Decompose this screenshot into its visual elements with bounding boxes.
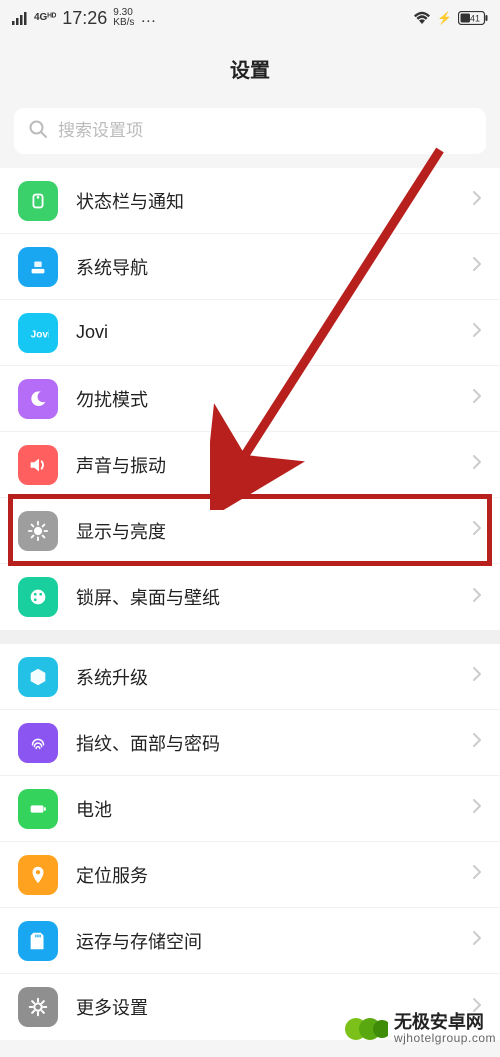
- signal-icon: [12, 11, 28, 25]
- chevron-right-icon: [472, 864, 482, 885]
- search-box[interactable]: [14, 108, 486, 154]
- chevron-right-icon: [472, 256, 482, 277]
- chevron-right-icon: [472, 732, 482, 753]
- volume-icon: [18, 445, 58, 485]
- status-right: ⚡ 41: [413, 11, 488, 25]
- nav-icon: [18, 247, 58, 287]
- fingerprint-icon: [18, 723, 58, 763]
- watermark-title: 无极安卓网: [394, 1013, 496, 1033]
- chevron-right-icon: [472, 666, 482, 687]
- settings-row-label: 声音与振动: [76, 452, 472, 478]
- settings-row-label: 系统导航: [76, 254, 472, 280]
- chevron-right-icon: [472, 454, 482, 475]
- settings-row-label: 锁屏、桌面与壁纸: [76, 584, 472, 610]
- settings-group: 系统升级指纹、面部与密码电池定位服务运存与存储空间更多设置: [0, 644, 500, 1040]
- search-icon: [28, 119, 48, 144]
- more-indicator: …: [140, 9, 158, 27]
- brightness-icon: [18, 511, 58, 551]
- sd-icon: [18, 921, 58, 961]
- wifi-icon: [413, 11, 431, 25]
- clock: 17:26: [62, 8, 107, 29]
- pin-icon: [18, 855, 58, 895]
- settings-row-label: Jovi: [76, 322, 472, 343]
- settings-row-label: 电池: [76, 796, 472, 822]
- settings-row-location[interactable]: 定位服务: [0, 842, 500, 908]
- settings-group: 状态栏与通知系统导航 Jovi 勿扰模式声音与振动显示与亮度锁屏、桌面与壁纸: [0, 168, 500, 630]
- settings-row-label: 运存与存储空间: [76, 928, 472, 954]
- group-divider: [0, 630, 500, 644]
- search-container: [0, 100, 500, 168]
- settings-row-statusbar[interactable]: 状态栏与通知: [0, 168, 500, 234]
- battery-indicator: 41: [458, 11, 488, 25]
- chevron-right-icon: [472, 388, 482, 409]
- moon-icon: [18, 379, 58, 419]
- settings-list: 状态栏与通知系统导航 Jovi 勿扰模式声音与振动显示与亮度锁屏、桌面与壁纸系统升级…: [0, 168, 500, 1040]
- settings-row-dnd[interactable]: 勿扰模式: [0, 366, 500, 432]
- palette-icon: [18, 577, 58, 617]
- chevron-right-icon: [472, 520, 482, 541]
- chevron-right-icon: [472, 798, 482, 819]
- settings-row-label: 勿扰模式: [76, 386, 472, 412]
- settings-row-lockscreen[interactable]: 锁屏、桌面与壁纸: [0, 564, 500, 630]
- settings-row-label: 显示与亮度: [76, 518, 472, 544]
- page-title: 设置: [230, 54, 270, 83]
- cube-icon: [18, 657, 58, 697]
- page-header: 设置: [0, 36, 500, 100]
- chevron-right-icon: [472, 930, 482, 951]
- search-input[interactable]: [58, 121, 472, 141]
- jovi-icon: [18, 313, 58, 353]
- network-label: 4Gᴴᴰ: [34, 13, 56, 23]
- settings-row-label: 指纹、面部与密码: [76, 730, 472, 756]
- settings-row-label: 定位服务: [76, 862, 472, 888]
- chevron-right-icon: [472, 190, 482, 211]
- settings-row-battery[interactable]: 电池: [0, 776, 500, 842]
- settings-row-sysupgrade[interactable]: 系统升级: [0, 644, 500, 710]
- chevron-right-icon: [472, 322, 482, 343]
- chevron-right-icon: [472, 587, 482, 608]
- charging-icon: ⚡: [437, 11, 452, 25]
- net-speed-unit: KB/s: [113, 18, 134, 28]
- watermark-url: wjhotelgroup.com: [394, 1032, 496, 1045]
- settings-row-label: 系统升级: [76, 664, 472, 690]
- status-left: 4Gᴴᴰ 17:26 9.30 KB/s …: [12, 8, 158, 29]
- battery-icon: [18, 789, 58, 829]
- settings-row-jovi[interactable]: Jovi: [0, 300, 500, 366]
- watermark-logo-icon: [344, 1007, 388, 1051]
- settings-row-display[interactable]: 显示与亮度: [0, 498, 500, 564]
- watermark: 无极安卓网 wjhotelgroup.com: [344, 1007, 496, 1051]
- settings-row-sound[interactable]: 声音与振动: [0, 432, 500, 498]
- gear-icon: [18, 987, 58, 1027]
- settings-row-label: 状态栏与通知: [76, 188, 472, 214]
- settings-row-sysnav[interactable]: 系统导航: [0, 234, 500, 300]
- notification-icon: [18, 181, 58, 221]
- settings-row-storage[interactable]: 运存与存储空间: [0, 908, 500, 974]
- svg-text:41: 41: [470, 14, 480, 24]
- status-bar: 4Gᴴᴰ 17:26 9.30 KB/s … ⚡ 41: [0, 0, 500, 36]
- settings-row-biometrics[interactable]: 指纹、面部与密码: [0, 710, 500, 776]
